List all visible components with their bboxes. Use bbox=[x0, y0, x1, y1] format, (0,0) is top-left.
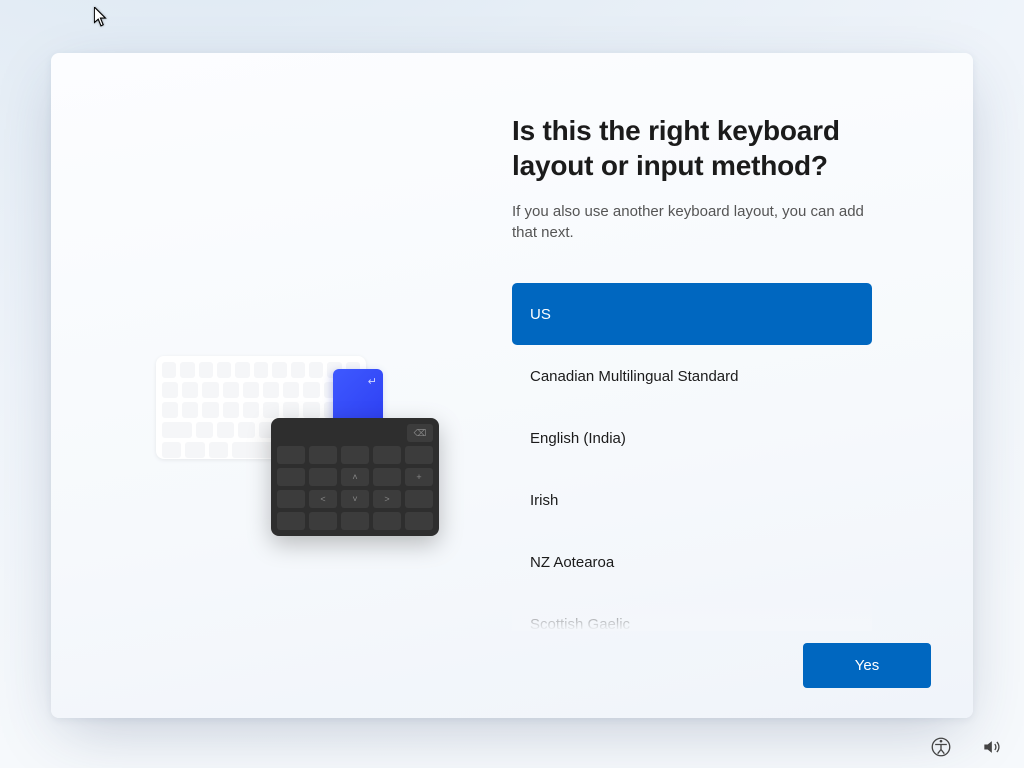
illustration-pane: ↵ ⌫ ˄+ ˂˅˃ bbox=[51, 53, 512, 718]
accessibility-icon[interactable] bbox=[930, 736, 952, 758]
cursor-icon bbox=[94, 7, 108, 27]
content-pane: Is this the right keyboard layout or inp… bbox=[512, 53, 973, 718]
keyboard-layout-list[interactable]: US Canadian Multilingual Standard Englis… bbox=[512, 283, 872, 631]
keyboard-option-us[interactable]: US bbox=[512, 283, 872, 345]
option-label: Canadian Multilingual Standard bbox=[530, 368, 738, 385]
bottom-icon-bar bbox=[930, 736, 1002, 758]
page-title: Is this the right keyboard layout or inp… bbox=[512, 113, 912, 183]
keyboard-illustration: ↵ ⌫ ˄+ ˂˅˃ bbox=[156, 301, 446, 541]
enter-glyph-icon: ↵ bbox=[368, 375, 377, 388]
page-subtitle: If you also use another keyboard layout,… bbox=[512, 201, 882, 243]
keyboard-option-irish[interactable]: Irish bbox=[512, 469, 872, 531]
keyboard-option-english-india[interactable]: English (India) bbox=[512, 407, 872, 469]
yes-button[interactable]: Yes bbox=[803, 643, 931, 688]
option-label: NZ Aotearoa bbox=[530, 554, 614, 571]
oobe-card: ↵ ⌫ ˄+ ˂˅˃ Is this the right keyboard la… bbox=[51, 53, 973, 718]
keyboard-option-canadian-multilingual[interactable]: Canadian Multilingual Standard bbox=[512, 345, 872, 407]
keyboard-dark-icon: ⌫ ˄+ ˂˅˃ bbox=[271, 418, 439, 536]
volume-icon[interactable] bbox=[980, 736, 1002, 758]
option-label: Scottish Gaelic bbox=[530, 616, 630, 632]
keyboard-option-nz-aotearoa[interactable]: NZ Aotearoa bbox=[512, 531, 872, 593]
option-label: English (India) bbox=[530, 430, 626, 447]
option-label: Irish bbox=[530, 492, 558, 509]
option-label: US bbox=[530, 306, 551, 323]
keyboard-option-scottish-gaelic[interactable]: Scottish Gaelic bbox=[512, 593, 872, 631]
